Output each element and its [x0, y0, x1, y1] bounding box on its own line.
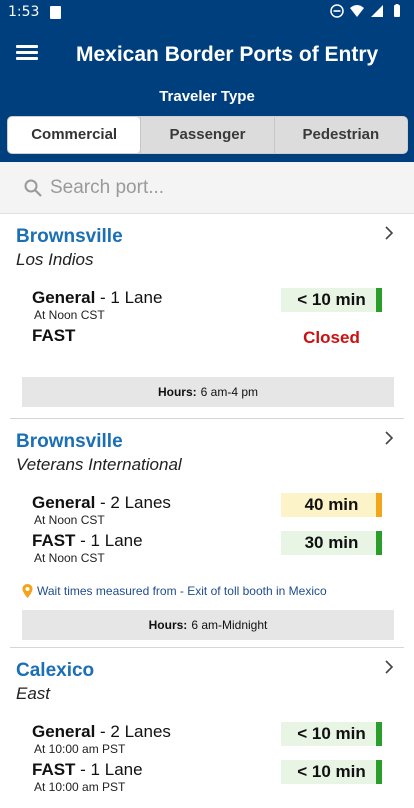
- search-input[interactable]: [50, 175, 390, 201]
- map-pin-icon: [22, 584, 33, 598]
- status-time: 1:53: [8, 4, 40, 20]
- status-bar-indicator: [376, 722, 382, 746]
- sd-card-icon: [50, 6, 61, 19]
- hours-bar: Hours: 6 am-4 pm: [22, 377, 394, 407]
- measured-time: At Noon CST: [34, 513, 105, 527]
- port-card[interactable]: Calexico East General - 2 Lanes At 10:00…: [10, 648, 404, 808]
- wait-time-badge: 40 min: [281, 493, 382, 517]
- lane-type: General: [32, 493, 96, 512]
- hours-label: Hours:: [157, 385, 197, 399]
- wait-time-badge: < 10 min: [281, 288, 382, 312]
- port-list: Brownsville Los Indios General - 1 Lane …: [0, 214, 414, 808]
- hours-value: 6 am-4 pm: [200, 385, 259, 399]
- status-bar-indicator: [376, 760, 382, 784]
- port-city: Calexico: [16, 660, 95, 681]
- tab-passenger[interactable]: Passenger: [140, 117, 273, 153]
- tab-commercial[interactable]: Commercial: [8, 117, 141, 153]
- chevron-right-icon[interactable]: [382, 226, 396, 240]
- wait-time-badge: Closed: [281, 326, 382, 350]
- lane-type: General: [32, 288, 96, 307]
- chevron-right-icon[interactable]: [382, 431, 396, 445]
- lane-count: - 1 Lane: [75, 531, 143, 550]
- lane-row: FAST - 1 Lane At 10:00 am PST < 10 min: [32, 760, 382, 796]
- hours-label: Hours:: [148, 618, 188, 632]
- status-bar-indicator: [376, 288, 382, 312]
- traveler-type-label: Traveler Type: [159, 88, 255, 105]
- wait-time-badge: < 10 min: [281, 760, 382, 784]
- wait-time: 40 min: [304, 495, 359, 514]
- dnd-icon: [330, 4, 344, 18]
- status-bar: 1:53: [0, 0, 414, 26]
- lane-count: - 2 Lanes: [95, 722, 171, 741]
- page-title: Mexican Border Ports of Entry: [76, 43, 379, 66]
- port-city: Brownsville: [16, 431, 123, 452]
- lane-type: FAST: [32, 326, 76, 345]
- wifi-icon: [350, 5, 364, 17]
- lane-row: General - 2 Lanes At 10:00 am PST < 10 m…: [32, 722, 382, 758]
- lane-row: General - 1 Lane At Noon CST < 10 min: [32, 288, 382, 324]
- lane-type: General: [32, 722, 96, 741]
- app-bar: Mexican Border Ports of Entry: [0, 30, 414, 82]
- measured-time: At 10:00 am PST: [34, 742, 126, 756]
- hours-value: 6 am-Midnight: [191, 618, 268, 632]
- wait-time: < 10 min: [297, 762, 366, 781]
- wait-time: 30 min: [304, 533, 359, 552]
- lane-count: - 2 Lanes: [95, 493, 171, 512]
- app-header: 1:53 Mexican Border Ports of Entry Trave…: [0, 0, 414, 162]
- signal-icon: [371, 5, 383, 17]
- traveler-type-tabs: Commercial Passenger Pedestrian: [7, 116, 408, 154]
- measured-time: At 10:00 am PST: [34, 780, 126, 794]
- port-city: Brownsville: [16, 226, 123, 247]
- wait-time-badge: < 10 min: [281, 722, 382, 746]
- wait-time: < 10 min: [297, 290, 366, 309]
- wait-note-text: Wait times measured from - Exit of toll …: [37, 584, 327, 598]
- port-card[interactable]: Brownsville Veterans International Gener…: [10, 419, 404, 648]
- port-crossing: Veterans International: [16, 455, 182, 474]
- tab-pedestrian[interactable]: Pedestrian: [273, 117, 407, 153]
- wait-time: < 10 min: [297, 724, 366, 743]
- lane-count: - 1 Lane: [95, 288, 163, 307]
- port-crossing: Los Indios: [16, 250, 94, 269]
- port-card[interactable]: Brownsville Los Indios General - 1 Lane …: [10, 214, 404, 419]
- lane-type: FAST: [32, 760, 76, 779]
- hours-bar: Hours: 6 am-Midnight: [22, 610, 394, 640]
- lane-row: General - 2 Lanes At Noon CST 40 min: [32, 493, 382, 529]
- lane-row: FAST Closed: [32, 326, 382, 362]
- status-bar-indicator: [376, 493, 382, 517]
- wait-time-badge: 30 min: [281, 531, 382, 555]
- wait-note: Wait times measured from - Exit of toll …: [22, 584, 327, 598]
- search-bar: [0, 162, 414, 214]
- port-crossing: East: [16, 684, 51, 703]
- lane-count: - 1 Lane: [75, 760, 143, 779]
- status-bar-indicator: [376, 531, 382, 555]
- lane-type: FAST: [32, 531, 76, 550]
- search-icon: [24, 179, 42, 197]
- menu-icon[interactable]: [14, 42, 44, 68]
- lane-row: FAST - 1 Lane At Noon CST 30 min: [32, 531, 382, 567]
- wait-time: Closed: [303, 328, 360, 347]
- chevron-right-icon[interactable]: [382, 660, 396, 674]
- measured-time: At Noon CST: [34, 308, 105, 322]
- measured-time: At Noon CST: [34, 551, 105, 565]
- battery-icon: [394, 4, 400, 17]
